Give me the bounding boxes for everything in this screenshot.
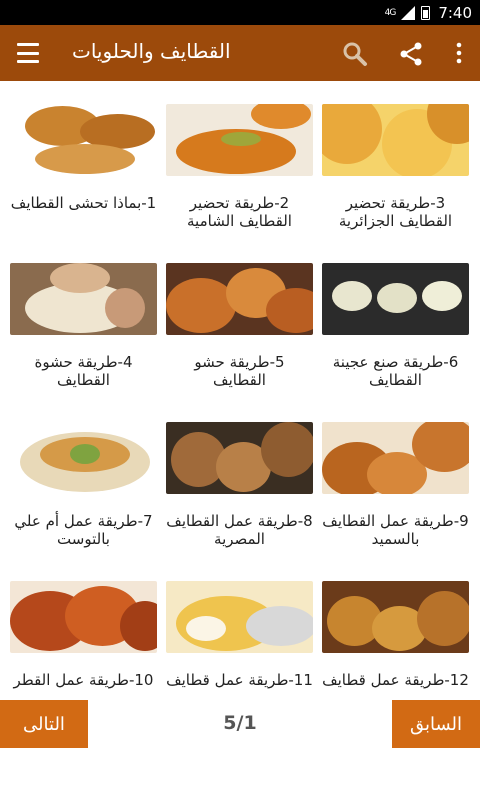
recipe-title: 11-طريقة عمل قطايف [166, 671, 313, 689]
recipe-thumbnail [322, 104, 469, 176]
more-vert-icon[interactable] [450, 41, 468, 65]
recipe-title: 8-طريقة عمل القطايف المصرية [166, 512, 313, 548]
recipe-card[interactable]: 3-طريقة تحضير القطايف الجزائرية [322, 104, 469, 254]
network-indicator: 4G [384, 7, 397, 18]
menu-icon[interactable] [17, 43, 39, 63]
clock: 7:40 [438, 3, 472, 22]
recipe-card[interactable]: 6-طريقة صنع عجينة القطايف [322, 263, 469, 413]
recipe-card[interactable]: 12-طريقة عمل قطايف [322, 581, 469, 700]
share-icon[interactable] [398, 41, 424, 67]
recipe-thumbnail [166, 104, 313, 176]
recipe-title: 5-طريقة حشو القطايف [194, 353, 285, 389]
recipe-thumbnail [10, 581, 157, 653]
recipe-card[interactable]: 11-طريقة عمل قطايف [166, 581, 313, 700]
recipe-title: 12-طريقة عمل قطايف [322, 671, 469, 689]
recipe-card[interactable]: 7-طريقة عمل أم علي بالتوست [10, 422, 157, 572]
status-bar: 4G 7:40 [0, 0, 480, 25]
recipe-card[interactable]: 8-طريقة عمل القطايف المصرية [166, 422, 313, 572]
app-bar: القطايف والحلويات [0, 25, 480, 81]
next-button[interactable]: التالى [0, 700, 88, 748]
recipe-thumbnail [166, 263, 313, 335]
search-icon[interactable] [342, 41, 368, 67]
battery-icon [421, 5, 431, 20]
recipe-title: 6-طريقة صنع عجينة القطايف [332, 353, 459, 389]
recipe-grid: 3-طريقة تحضير القطايف الجزائرية 2-طريقة … [0, 81, 480, 700]
recipe-title: 9-طريقة عمل القطايف بالسميد [322, 512, 469, 548]
recipe-title: 1-بماذا تحشى القطايف [10, 194, 157, 212]
recipe-thumbnail [166, 422, 313, 494]
recipe-thumbnail [322, 581, 469, 653]
recipe-title: 3-طريقة تحضير القطايف الجزائرية [338, 194, 453, 230]
recipe-title: 7-طريقة عمل أم علي بالتوست [14, 512, 153, 548]
page-title: القطايف والحلويات [72, 39, 231, 63]
recipe-card[interactable]: 1-بماذا تحشى القطايف [10, 104, 157, 254]
recipe-card[interactable]: 2-طريقة تحضير القطايف الشامية [166, 104, 313, 254]
recipe-thumbnail [322, 422, 469, 494]
recipe-thumbnail [10, 422, 157, 494]
recipe-thumbnail [10, 104, 157, 176]
recipe-thumbnail [10, 263, 157, 335]
recipe-title: 10-طريقة عمل القطر [13, 671, 154, 689]
recipe-card[interactable]: 9-طريقة عمل القطايف بالسميد [322, 422, 469, 572]
recipe-card[interactable]: 5-طريقة حشو القطايف [166, 263, 313, 413]
recipe-card[interactable]: 4-طريقة حشوة القطايف [10, 263, 157, 413]
signal-icon [401, 5, 416, 20]
recipe-title: 2-طريقة تحضير القطايف الشامية [187, 194, 292, 230]
recipe-thumbnail [322, 263, 469, 335]
previous-button[interactable]: السابق [392, 700, 480, 748]
recipe-thumbnail [166, 581, 313, 653]
recipe-card[interactable]: 10-طريقة عمل القطر [10, 581, 157, 700]
pagination-bar: التالى 5/1 السابق [0, 700, 480, 800]
page-indicator: 5/1 [223, 712, 257, 734]
recipe-title: 4-طريقة حشوة القطايف [34, 353, 133, 389]
